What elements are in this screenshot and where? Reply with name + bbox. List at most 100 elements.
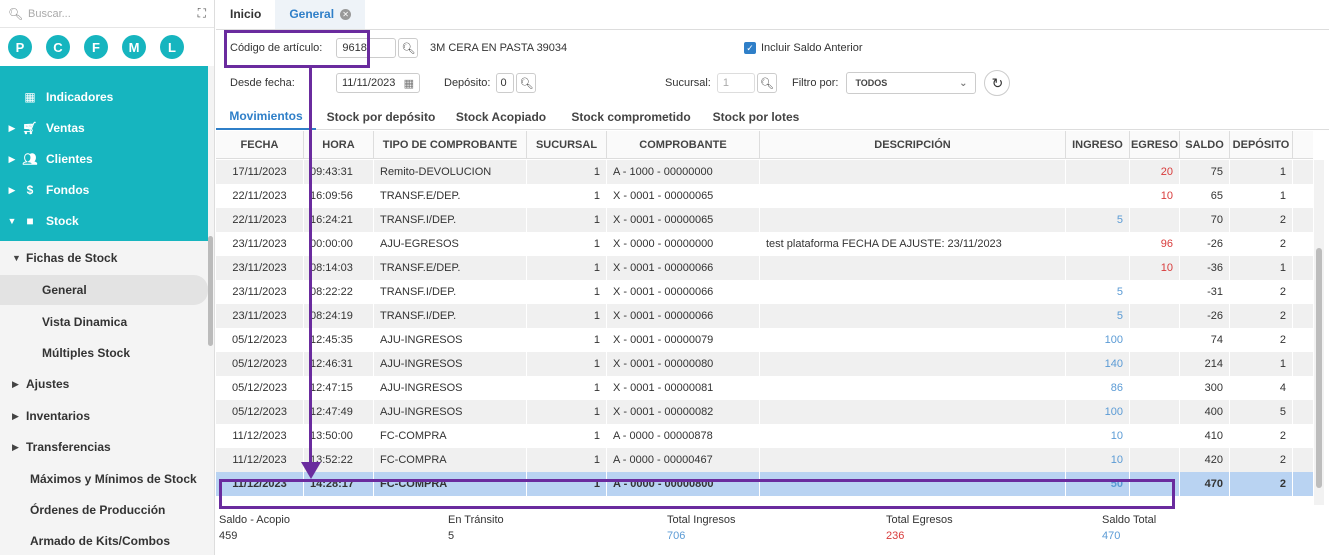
- subtab-stock-acopiado[interactable]: Stock Acopiado: [446, 103, 556, 130]
- table-row[interactable]: 23/11/2023 08:14:03 TRANSF.E/DEP. 1 X - 0001…: [216, 256, 1313, 280]
- sidebar-item-ordenes-produccion[interactable]: Órdenes de Producción: [0, 495, 208, 525]
- table-row[interactable]: 22/11/2023 16:09:56 TRANSF.E/DEP. 1 X - 0001…: [216, 184, 1313, 208]
- cell-saldo: 75: [1180, 160, 1230, 184]
- cell-comp: X - 0001 - 00000065: [607, 208, 760, 232]
- table-row[interactable]: 23/11/2023 08:22:22 TRANSF.I/DEP. 1 X - 0001…: [216, 280, 1313, 304]
- col-tipo[interactable]: TIPO DE COMPROBANTE: [374, 131, 527, 159]
- sucursal-input[interactable]: 1: [716, 73, 755, 93]
- sidebar-item-maximos-minimos[interactable]: Máximos y Mínimos de Stock: [0, 464, 208, 494]
- users-icon: 👥︎: [22, 152, 38, 166]
- cell-suc: 1: [527, 448, 607, 472]
- nav-stock[interactable]: ▼ ■ Stock: [0, 206, 208, 236]
- table-row[interactable]: 05/12/2023 12:47:15 AJU-INGRESOS 1 X - 0001 …: [216, 376, 1313, 400]
- filtro-select[interactable]: TODOS ⌄: [846, 72, 977, 94]
- cell-saldo: 400: [1180, 400, 1230, 424]
- group-fichas-de-stock[interactable]: ▼ Fichas de Stock: [0, 243, 208, 273]
- search-icon[interactable]: 🔍︎: [516, 73, 537, 93]
- cell-egr: [1130, 280, 1180, 304]
- desde-fecha-input[interactable]: 11/11/2023 ▦: [336, 73, 420, 93]
- sidebar-search[interactable]: 🔍︎ Buscar... ⛶: [0, 0, 214, 28]
- cell-fecha: 23/11/2023: [216, 232, 304, 256]
- shortcut-m[interactable]: M: [122, 35, 146, 59]
- shortcut-p[interactable]: P: [8, 35, 32, 59]
- shortcut-c[interactable]: C: [46, 35, 70, 59]
- shortcut-l[interactable]: L: [160, 35, 184, 59]
- close-icon[interactable]: ✕: [340, 8, 352, 20]
- table-row[interactable]: 17/11/2023 09:43:31 Remito-DEVOLUCION 1 A - …: [216, 160, 1313, 184]
- cell-egr: 96: [1130, 232, 1180, 256]
- search-icon[interactable]: 🔍︎: [756, 73, 777, 93]
- cell-tipo: FC-COMPRA: [374, 448, 527, 472]
- subtab-stock-comprometido[interactable]: Stock comprometido: [556, 103, 706, 130]
- subtab-stock-por-deposito[interactable]: Stock por depósito: [316, 103, 446, 130]
- deposito-group: Depósito: 0 🔍︎: [444, 70, 537, 96]
- nav-ventas[interactable]: ▶ 🛒︎ Ventas: [0, 113, 208, 143]
- cell-hora: 13:50:00: [304, 424, 374, 448]
- cell-suc: 1: [527, 304, 607, 328]
- col-ingreso[interactable]: INGRESO: [1066, 131, 1130, 159]
- checkbox-checked-icon[interactable]: ✓: [744, 42, 756, 54]
- cell-suc: 1: [527, 400, 607, 424]
- cell-hora: 00:00:00: [304, 232, 374, 256]
- incluir-saldo-toggle[interactable]: ✓ Incluir Saldo Anterior: [744, 35, 863, 61]
- chevron-right-icon: ▶: [8, 122, 16, 133]
- table-row[interactable]: 11/12/2023 13:52:22 FC-COMPRA 1 A - 0000 - 0…: [216, 448, 1313, 472]
- table-scrollbar[interactable]: [1314, 160, 1324, 505]
- nav-clientes[interactable]: ▶ 👥︎ Clientes: [0, 144, 208, 174]
- subtab-stock-por-lotes[interactable]: Stock por lotes: [706, 103, 806, 130]
- table-row[interactable]: 05/12/2023 12:47:49 AJU-INGRESOS 1 X - 0001 …: [216, 400, 1313, 424]
- search-input[interactable]: Buscar...: [28, 8, 198, 20]
- sidebar-item-armado-kits[interactable]: Armado de Kits/Combos: [0, 526, 208, 555]
- group-transferencias[interactable]: ▶ Transferencias: [0, 432, 208, 462]
- cell-dep: 2: [1230, 232, 1293, 256]
- col-hora[interactable]: HORA: [304, 131, 374, 159]
- subtab-movimientos[interactable]: Movimientos: [216, 103, 316, 130]
- cell-fecha: 22/11/2023: [216, 184, 304, 208]
- sidebar-scrollbar[interactable]: [208, 236, 213, 346]
- col-sucursal[interactable]: SUCURSAL: [527, 131, 607, 159]
- search-icon[interactable]: 🔍︎: [398, 38, 419, 58]
- tab-inicio[interactable]: Inicio: [216, 0, 275, 29]
- cell-saldo: 65: [1180, 184, 1230, 208]
- sidebar-item-vista-dinamica[interactable]: Vista Dinamica: [0, 307, 208, 337]
- annotation-arrow: [309, 68, 312, 468]
- col-descripcion[interactable]: DESCRIPCIÓN: [760, 131, 1066, 159]
- table-row[interactable]: 05/12/2023 12:45:35 AJU-INGRESOS 1 X - 0001 …: [216, 328, 1313, 352]
- table-row[interactable]: 11/12/2023 13:50:00 FC-COMPRA 1 A - 0000 - 0…: [216, 424, 1313, 448]
- col-comprobante[interactable]: COMPROBANTE: [607, 131, 760, 159]
- table-row[interactable]: 23/11/2023 00:00:00 AJU-EGRESOS 1 X - 0000 -…: [216, 232, 1313, 256]
- expand-icon[interactable]: ⛶: [198, 6, 206, 21]
- table-row[interactable]: 05/12/2023 12:46:31 AJU-INGRESOS 1 X - 0001 …: [216, 352, 1313, 376]
- cell-fecha: 17/11/2023: [216, 160, 304, 184]
- cell-ing: 5: [1066, 280, 1130, 304]
- cell-desc: [760, 208, 1066, 232]
- scrollbar-thumb[interactable]: [1316, 248, 1322, 488]
- annotation-box-row: [219, 479, 1175, 509]
- nav-indicadores[interactable]: ▦ Indicadores: [0, 82, 208, 112]
- cell-ing: 140: [1066, 352, 1130, 376]
- col-egreso[interactable]: EGRESO: [1130, 131, 1180, 159]
- total-egresos: Total Egresos 236: [886, 514, 953, 542]
- table-row[interactable]: 22/11/2023 16:24:21 TRANSF.I/DEP. 1 X - 0001…: [216, 208, 1313, 232]
- table-row[interactable]: 23/11/2023 08:24:19 TRANSF.I/DEP. 1 X - 0001…: [216, 304, 1313, 328]
- tab-general[interactable]: General ✕: [275, 0, 366, 29]
- annotation-box-codigo: [224, 30, 370, 68]
- group-inventarios[interactable]: ▶ Inventarios: [0, 401, 208, 431]
- cell-tipo: TRANSF.I/DEP.: [374, 208, 527, 232]
- col-fecha[interactable]: FECHA: [216, 131, 304, 159]
- chevron-right-icon: ▶: [8, 153, 16, 164]
- col-saldo[interactable]: SALDO: [1180, 131, 1230, 159]
- refresh-button[interactable]: ↻: [984, 70, 1011, 96]
- cell-desc: [760, 160, 1066, 184]
- calendar-icon[interactable]: ▦: [404, 77, 414, 90]
- dollar-icon: $: [26, 183, 34, 197]
- shortcut-f[interactable]: F: [84, 35, 108, 59]
- sidebar-item-general[interactable]: General: [0, 275, 208, 305]
- cell-fecha: 23/11/2023: [216, 280, 304, 304]
- cell-saldo: 420: [1180, 448, 1230, 472]
- sidebar-item-multiples-stock[interactable]: Múltiples Stock: [0, 338, 208, 368]
- nav-fondos[interactable]: ▶ $ Fondos: [0, 175, 208, 205]
- group-ajustes[interactable]: ▶ Ajustes: [0, 369, 208, 399]
- col-deposito[interactable]: DEPÓSITO: [1230, 131, 1293, 159]
- deposito-input[interactable]: 0: [496, 73, 515, 93]
